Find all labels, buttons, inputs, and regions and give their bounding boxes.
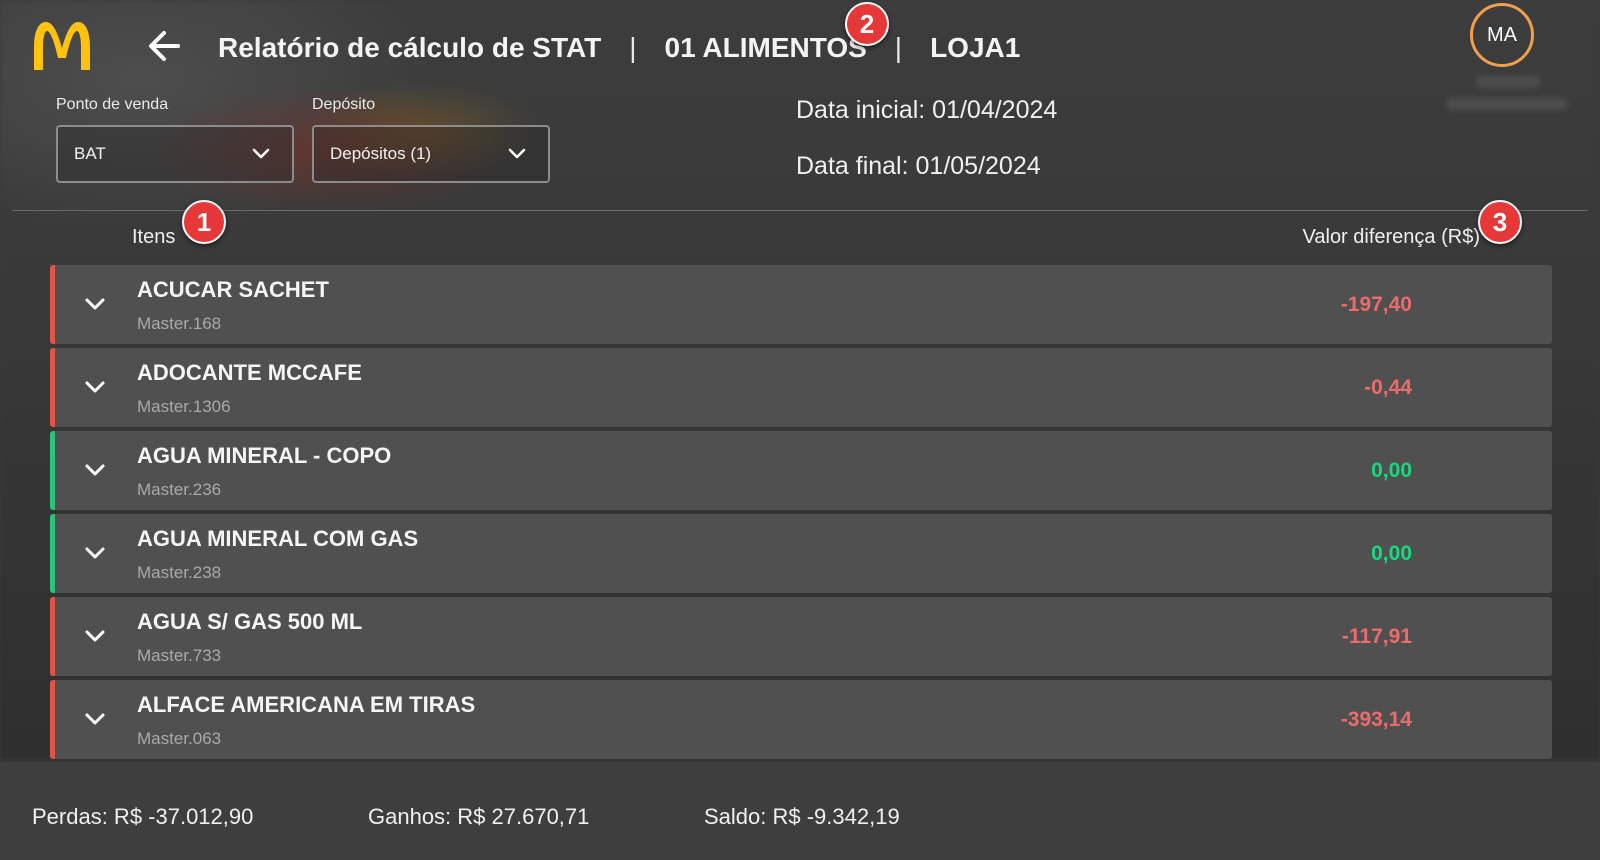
- annotation-badge-2: 2: [845, 2, 889, 46]
- user-info-blurred: [1446, 98, 1568, 110]
- divider: [12, 210, 1588, 211]
- item-name: ADOCANTE MCCAFE: [137, 360, 362, 385]
- item-name: AGUA MINERAL COM GAS: [137, 526, 419, 551]
- table-row[interactable]: ADOCANTE MCCAFE Master.1306 -0,44: [50, 348, 1552, 427]
- point-of-sale-value: BAT: [74, 144, 106, 163]
- item-code: Master.238: [137, 563, 222, 582]
- item-code: Master.236: [137, 480, 222, 499]
- item-value: 0,00: [1371, 459, 1412, 482]
- losses-total: Perdas: R$ -37.012,90: [32, 804, 254, 829]
- item-name: ALFACE AMERICANA EM TIRAS: [137, 692, 476, 717]
- chevron-down-icon: [252, 148, 270, 159]
- item-code: Master.733: [137, 646, 222, 665]
- annotation-badge-3: 3: [1478, 200, 1522, 244]
- item-code: Master.063: [137, 729, 222, 748]
- item-name: AGUA MINERAL - COPO: [137, 443, 392, 468]
- user-name-blurred: [1476, 76, 1540, 88]
- deposit-label: Depósito: [312, 96, 376, 113]
- items-list: ACUCAR SACHET Master.168 -197,40 ADOCANT…: [50, 265, 1552, 763]
- gains-total: Ganhos: R$ 27.670,71: [368, 804, 590, 829]
- deposit-value: Depósitos (1): [330, 144, 432, 163]
- chevron-down-icon[interactable]: [83, 461, 107, 481]
- table-row[interactable]: ALFACE AMERICANA EM TIRAS Master.063 -39…: [50, 680, 1552, 759]
- title-separator: |: [629, 32, 637, 63]
- items-column-header: Itens: [132, 226, 176, 248]
- item-value: -117,91: [1341, 625, 1412, 648]
- chevron-down-icon[interactable]: [83, 627, 107, 647]
- item-value: 0,00: [1371, 542, 1412, 565]
- page-title: Relatório de cálculo de STAT: [218, 32, 602, 63]
- user-avatar[interactable]: MA: [1470, 3, 1534, 67]
- mcdonalds-logo: [34, 22, 90, 70]
- balance-total: Saldo: R$ -9.342,19: [704, 804, 900, 829]
- chevron-down-icon[interactable]: [83, 378, 107, 398]
- point-of-sale-select[interactable]: BAT: [56, 125, 294, 183]
- item-value: -197,40: [1340, 293, 1412, 316]
- table-row[interactable]: ACUCAR SACHET Master.168 -197,40: [50, 265, 1552, 344]
- start-date: Data inicial: 01/04/2024: [796, 96, 1058, 124]
- table-row[interactable]: AGUA MINERAL - COPO Master.236 0,00: [50, 431, 1552, 510]
- table-row[interactable]: AGUA MINERAL COM GAS Master.238 0,00: [50, 514, 1552, 593]
- header: Relatório de cálculo de STAT | 01 ALIMEN…: [0, 0, 1600, 110]
- title-separator: |: [894, 32, 903, 63]
- chevron-down-icon[interactable]: [83, 295, 107, 315]
- table-row[interactable]: AGUA S/ GAS 500 ML Master.733 -117,91: [50, 597, 1552, 676]
- item-name: AGUA S/ GAS 500 ML: [137, 609, 363, 634]
- footer-summary: Perdas: R$ -37.012,90 Ganhos: R$ 27.670,…: [0, 762, 1600, 860]
- item-value: -0,44: [1364, 376, 1412, 399]
- deposit-select[interactable]: Depósitos (1): [312, 125, 550, 183]
- chevron-down-icon: [508, 148, 526, 159]
- value-column-header: Valor diferença (R$): [1302, 226, 1480, 248]
- chevron-down-icon[interactable]: [83, 710, 107, 730]
- item-code: Master.168: [137, 314, 222, 333]
- point-of-sale-label: Ponto de venda: [56, 96, 169, 113]
- arrow-left-icon: [149, 31, 180, 61]
- title-row: Relatório de cálculo de STAT | 01 ALIMEN…: [218, 28, 1020, 68]
- store-title: LOJA1: [930, 32, 1021, 63]
- item-value: -393,14: [1340, 708, 1412, 731]
- item-code: Master.1306: [137, 397, 231, 416]
- annotation-badge-1: 1: [182, 200, 226, 244]
- end-date: Data final: 01/05/2024: [796, 152, 1041, 180]
- item-name: ACUCAR SACHET: [137, 277, 329, 302]
- chevron-down-icon[interactable]: [83, 544, 107, 564]
- back-button[interactable]: [144, 26, 184, 66]
- category-title: 01 ALIMENTOS: [664, 32, 867, 63]
